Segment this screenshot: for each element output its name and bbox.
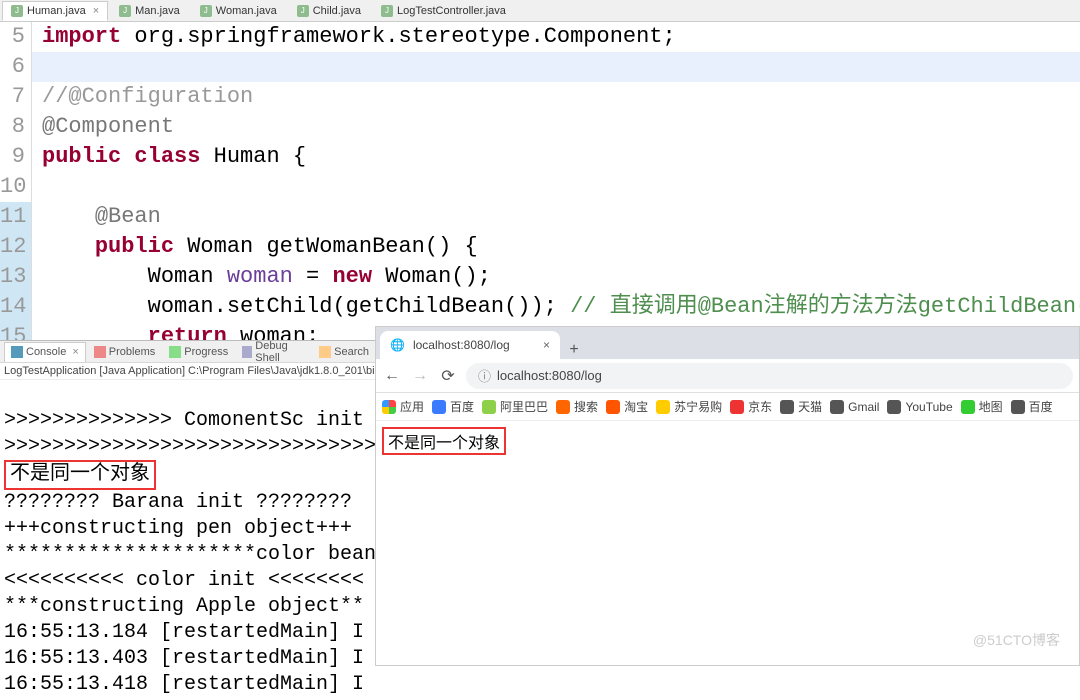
tab-woman-java[interactable]: J Woman.java (191, 1, 286, 21)
tab-child-java[interactable]: J Child.java (288, 1, 370, 21)
tab-problems[interactable]: Problems (88, 342, 161, 362)
close-icon[interactable]: × (543, 338, 550, 352)
line-number: 12 (0, 232, 32, 262)
code-editor[interactable]: 5import org.springframework.stereotype.C… (0, 22, 1080, 352)
tab-label: Human.java (27, 5, 86, 17)
sogou-icon (556, 400, 570, 414)
bookmark-map[interactable]: 地图 (961, 398, 1003, 415)
address-bar[interactable]: ⓘ localhost:8080/log (466, 363, 1073, 389)
tab-man-java[interactable]: J Man.java (110, 1, 189, 21)
tmall-icon (780, 400, 794, 414)
search-icon (319, 346, 331, 358)
line-number: 5 (0, 22, 32, 52)
url-text: localhost:8080/log (497, 368, 602, 383)
bookmark-gmail[interactable]: Gmail (830, 400, 879, 414)
line-number: 6 (0, 52, 32, 82)
bookmark-baidu-2[interactable]: 百度 (1011, 398, 1053, 415)
java-icon: J (297, 5, 309, 17)
bookmark-sogou[interactable]: 搜索 (556, 398, 598, 415)
bookmark-taobao[interactable]: 淘宝 (606, 398, 648, 415)
tab-label: Man.java (135, 5, 180, 17)
highlighted-output: 不是同一个对象 (382, 427, 506, 455)
globe-icon: 🌐 (390, 338, 405, 352)
watermark: @51CTO博客 (973, 630, 1060, 650)
back-button[interactable]: ← (382, 367, 402, 385)
console-subtitle: LogTestApplication [Java Application] C:… (0, 363, 375, 380)
alibaba-icon (482, 400, 496, 414)
tab-console[interactable]: Console× (4, 342, 86, 362)
browser-tab[interactable]: 🌐 localhost:8080/log × (380, 331, 560, 359)
bookmark-ali[interactable]: 阿里巴巴 (482, 398, 548, 415)
taobao-icon (606, 400, 620, 414)
console-output[interactable]: >>>>>>>>>>>>>> ComonentSc init >>>>>>>>>… (0, 380, 375, 700)
tab-debug-shell[interactable]: Debug Shell (236, 342, 311, 362)
apps-icon (382, 400, 396, 414)
bookmarks-bar: 应用 百度 阿里巴巴 搜索 淘宝 苏宁易购 京东 天猫 Gmail YouTub… (376, 393, 1079, 421)
suning-icon (656, 400, 670, 414)
line-number: 7 (0, 82, 32, 112)
tab-search[interactable]: Search (313, 342, 375, 362)
youtube-icon (887, 400, 901, 414)
tab-title: localhost:8080/log (413, 338, 510, 352)
tab-label: Woman.java (216, 5, 277, 17)
close-icon[interactable]: × (93, 5, 99, 17)
tab-label: Child.java (313, 5, 361, 17)
close-icon[interactable]: × (72, 346, 78, 358)
problems-icon (94, 346, 106, 358)
gmail-icon (830, 400, 844, 414)
browser-tab-strip: 🌐 localhost:8080/log × + (376, 327, 1079, 359)
java-icon: J (11, 5, 23, 17)
line-number: 10 (0, 172, 32, 202)
bookmark-apps[interactable]: 应用 (382, 398, 424, 415)
console-tab-bar: Console× Problems Progress Debug Shell S… (0, 341, 375, 363)
forward-button[interactable]: → (410, 367, 430, 385)
line-number: 8 (0, 112, 32, 142)
jd-icon (730, 400, 744, 414)
line-number: 14 (0, 292, 32, 322)
java-icon: J (381, 5, 393, 17)
line-number: 13 (0, 262, 32, 292)
map-icon (961, 400, 975, 414)
browser-viewport[interactable]: 不是同一个对象 (376, 421, 1079, 461)
progress-icon (169, 346, 181, 358)
tab-progress[interactable]: Progress (163, 342, 234, 362)
tab-logtestcontroller-java[interactable]: J LogTestController.java (372, 1, 515, 21)
console-panel: Console× Problems Progress Debug Shell S… (0, 340, 375, 666)
address-bar-row: ← → ⟳ ⓘ localhost:8080/log (376, 359, 1079, 393)
bookmark-youtube[interactable]: YouTube (887, 400, 952, 414)
tab-human-java[interactable]: J Human.java × (2, 1, 108, 21)
debug-icon (242, 346, 252, 358)
baidu-icon (1011, 400, 1025, 414)
line-number: 11 (0, 202, 32, 232)
editor-tab-bar: J Human.java × J Man.java J Woman.java J… (0, 0, 1080, 22)
browser-window: 🌐 localhost:8080/log × + ← → ⟳ ⓘ localho… (375, 326, 1080, 666)
bookmark-tmall[interactable]: 天猫 (780, 398, 822, 415)
baidu-icon (432, 400, 446, 414)
java-icon: J (200, 5, 212, 17)
highlighted-output: 不是同一个对象 (4, 460, 156, 490)
line-number: 9 (0, 142, 32, 172)
bookmark-suning[interactable]: 苏宁易购 (656, 398, 722, 415)
info-icon[interactable]: ⓘ (478, 366, 491, 385)
reload-button[interactable]: ⟳ (438, 366, 458, 386)
java-icon: J (119, 5, 131, 17)
new-tab-button[interactable]: + (560, 341, 588, 359)
console-icon (11, 346, 23, 358)
tab-label: LogTestController.java (397, 5, 506, 17)
bookmark-jd[interactable]: 京东 (730, 398, 772, 415)
bookmark-baidu[interactable]: 百度 (432, 398, 474, 415)
